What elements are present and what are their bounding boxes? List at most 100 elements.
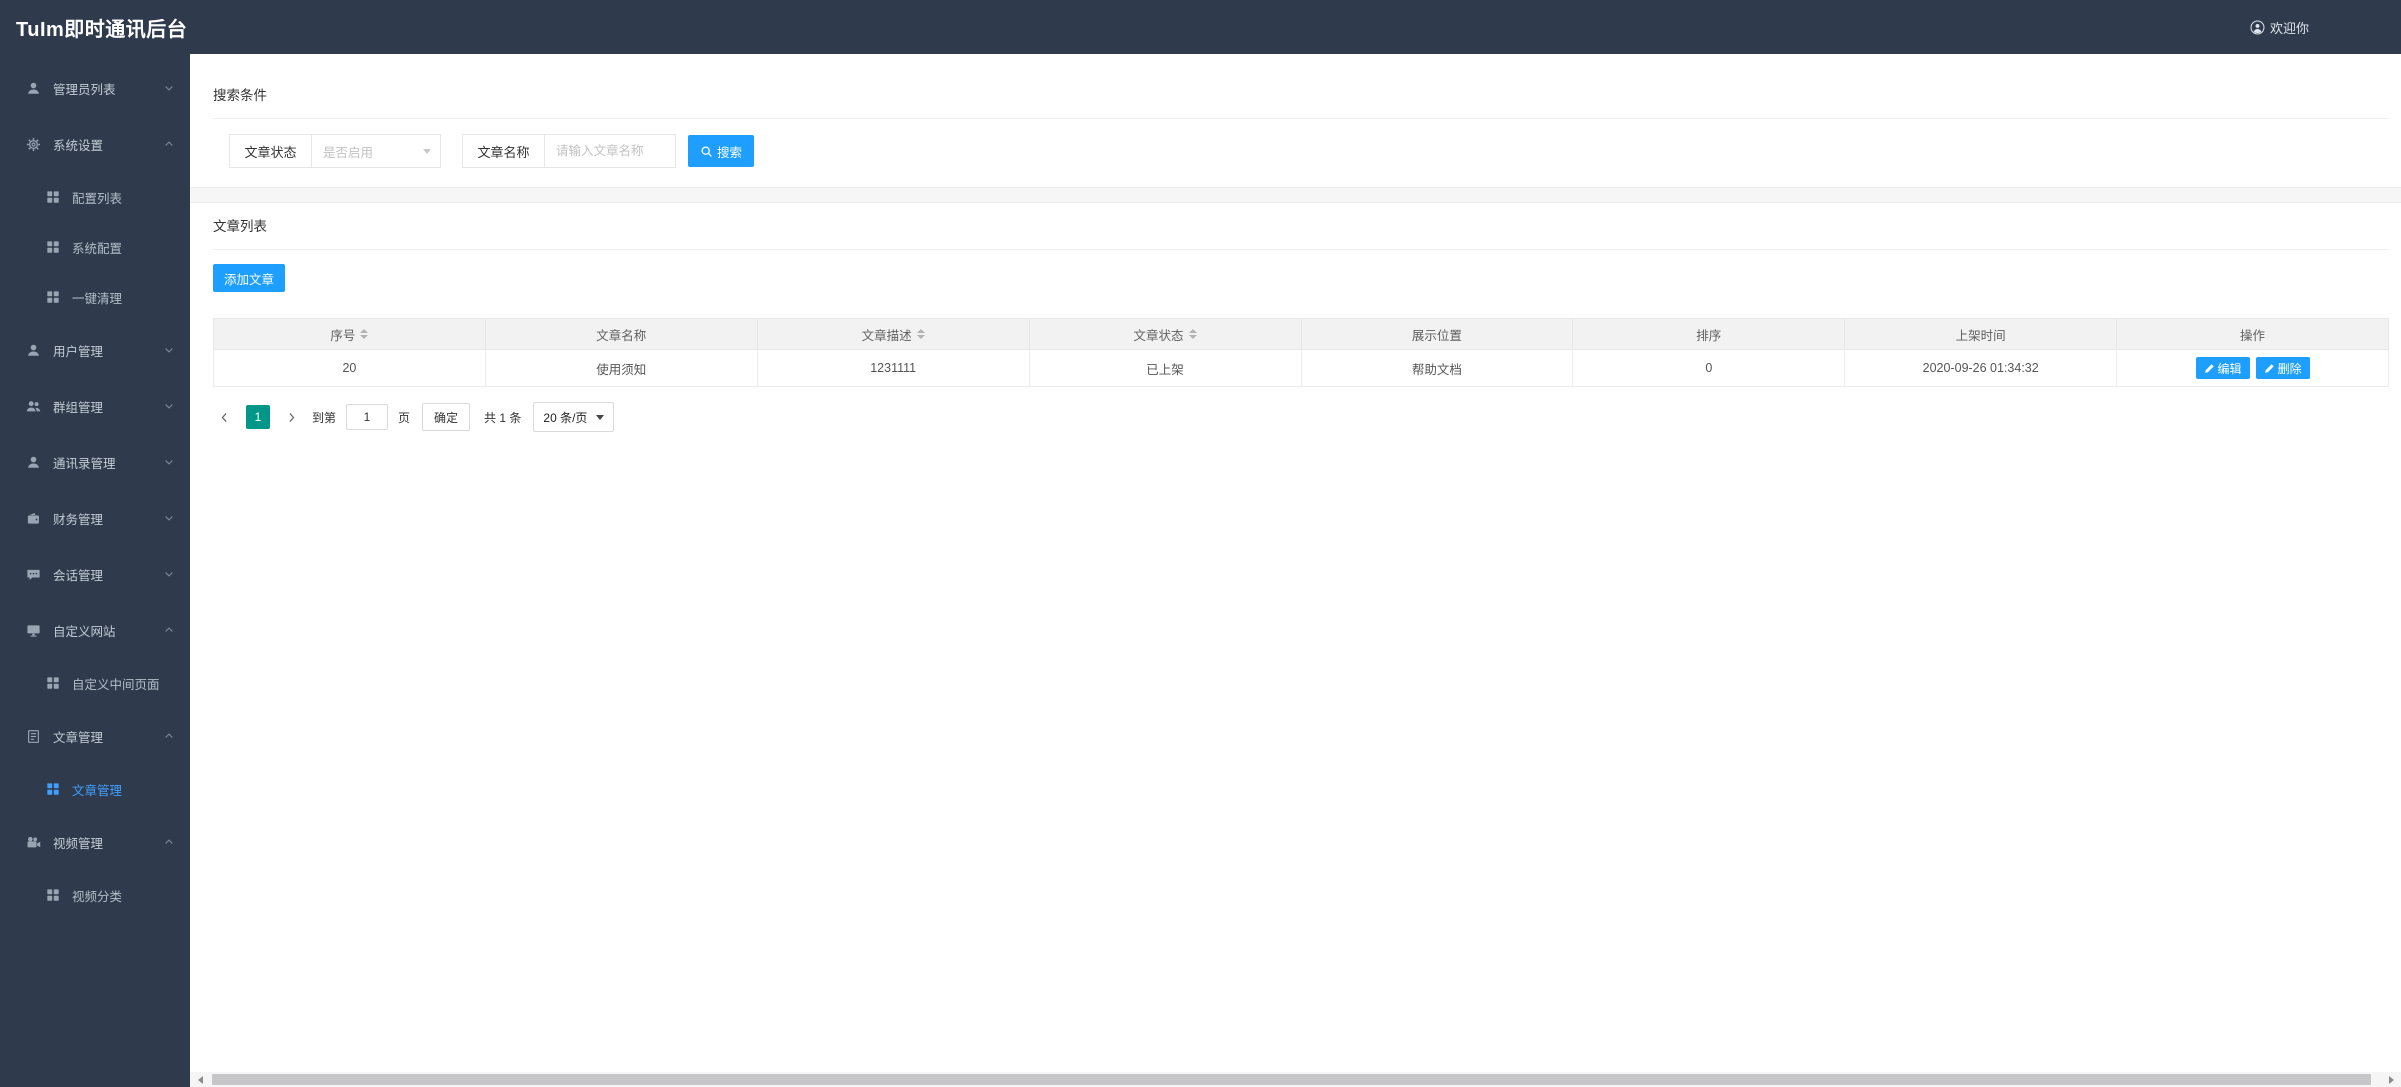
- sidebar-menu: 管理员列表系统设置配置列表系统配置一键清理用户管理群组管理 通讯录管理 财务管理会话…: [0, 60, 190, 920]
- chevron-down-icon: [163, 344, 175, 356]
- pagination: 1 到第 页 确定 共 1 条 20 条/页: [213, 402, 2389, 432]
- table-body: 20 使用须知 1231111 已上架 帮助文档 0 2020-09-26 01:34:32…: [213, 349, 2389, 387]
- sidebar-item-label: 管理员列表: [53, 82, 116, 97]
- section-gap: [190, 187, 2401, 203]
- sidebar-item-label: 用户管理: [53, 344, 104, 359]
- sidebar-item[interactable]: 财务管理: [0, 490, 190, 546]
- chevron-down-icon: [163, 568, 175, 580]
- table-cell: 20: [213, 349, 486, 387]
- article-table: 序号 文章名称 文章描述 文章状态 展示位置 排序 上架时间 操作 20 使用须知 1231111…: [213, 318, 2389, 387]
- top-header: TuIm即时通讯后台 欢迎你: [0, 0, 2401, 54]
- chevron-down-icon: [163, 400, 175, 412]
- edit-button[interactable]: 编辑: [2195, 357, 2250, 379]
- table-cell: 使用须知: [484, 349, 758, 387]
- column-header: 操作: [2116, 318, 2389, 350]
- grid-icon: [46, 782, 60, 796]
- article-name-input[interactable]: [545, 135, 675, 167]
- article-status-group: 文章状态 是否启用: [229, 134, 441, 168]
- sidebar-item-label: 系统设置: [53, 138, 104, 153]
- sidebar-subitem[interactable]: 系统配置: [0, 222, 190, 272]
- table-cell: 0: [1572, 349, 1846, 387]
- sidebar-item[interactable]: 自定义网站: [0, 602, 190, 658]
- table-row: 20 使用须知 1231111 已上架 帮助文档 0 2020-09-26 01:34:32…: [213, 349, 2389, 387]
- document-icon: [26, 729, 41, 744]
- table-cell: 1231111: [756, 349, 1030, 387]
- users-icon: [26, 399, 41, 414]
- sidebar-item-label: 视频管理: [53, 836, 104, 851]
- divider: [213, 249, 2389, 250]
- main-content: 搜索条件 文章状态 是否启用 文章名称 搜索 文章列表 添加文章: [190, 54, 2401, 1087]
- search-section: 搜索条件 文章状态 是否启用 文章名称 搜索: [190, 54, 2401, 187]
- scroll-left-arrow[interactable]: [192, 1072, 208, 1087]
- search-button[interactable]: 搜索: [688, 135, 755, 167]
- sidebar-subitem-label: 文章管理: [72, 783, 123, 798]
- goto-label: 到第: [312, 410, 337, 425]
- sidebar-subitem[interactable]: 视频分类: [0, 870, 190, 920]
- sidebar-subitem-label: 系统配置: [72, 241, 123, 256]
- column-header[interactable]: 文章状态: [1028, 318, 1302, 350]
- page-unit-label: 页: [398, 410, 411, 425]
- gear-icon: [26, 137, 41, 152]
- admin-user-icon: [26, 81, 41, 96]
- article-list-section: 文章列表 添加文章 序号 文章名称 文章描述 文章状态 展示位置 排序 上架时间 操作 20 使…: [190, 203, 2401, 432]
- sort-icon[interactable]: [916, 329, 925, 339]
- table-cell: 2020-09-26 01:34:32: [1844, 349, 2118, 387]
- column-header[interactable]: 文章描述: [756, 318, 1030, 350]
- sidebar-subitem-label: 自定义中间页面: [72, 677, 160, 692]
- horizontal-scrollbar[interactable]: [190, 1072, 2401, 1087]
- delete-button[interactable]: 删除: [2255, 357, 2310, 379]
- chevron-down-icon: [163, 512, 175, 524]
- next-page-button[interactable]: [280, 411, 303, 424]
- sidebar-subitem[interactable]: 自定义中间页面: [0, 658, 190, 708]
- sidebar-item-label: 会话管理: [53, 568, 104, 583]
- article-status-placeholder: 是否启用: [323, 145, 374, 160]
- current-page-button[interactable]: 1: [246, 405, 270, 429]
- sidebar-subitem[interactable]: 配置列表: [0, 172, 190, 222]
- chevron-down-icon: [423, 148, 431, 154]
- article-status-label: 文章状态: [230, 135, 312, 167]
- sidebar-subitem[interactable]: 一键清理: [0, 272, 190, 322]
- table-header-row: 序号 文章名称 文章描述 文章状态 展示位置 排序 上架时间 操作: [213, 318, 2389, 350]
- user-menu[interactable]: 欢迎你: [2250, 0, 2309, 54]
- grid-icon: [46, 676, 60, 690]
- total-count-label: 共 1 条: [484, 410, 522, 425]
- grid-icon: [46, 290, 60, 304]
- scrollbar-thumb[interactable]: [212, 1074, 2371, 1085]
- sidebar-item[interactable]: 系统设置: [0, 116, 190, 172]
- grid-icon: [46, 888, 60, 902]
- column-header[interactable]: 序号: [213, 318, 486, 350]
- sidebar-item[interactable]: 用户管理: [0, 322, 190, 378]
- sidebar-item[interactable]: 管理员列表: [0, 60, 190, 116]
- add-article-button[interactable]: 添加文章: [213, 264, 286, 292]
- scroll-right-arrow[interactable]: [2383, 1072, 2399, 1087]
- wallet-icon: [26, 511, 41, 526]
- app-title: TuIm即时通讯后台: [16, 18, 188, 41]
- search-section-title: 搜索条件: [213, 88, 267, 103]
- article-name-label: 文章名称: [463, 135, 545, 167]
- contacts-icon: [26, 455, 41, 470]
- sort-icon[interactable]: [1188, 329, 1197, 339]
- prev-page-button[interactable]: [213, 411, 236, 424]
- chevron-down-icon: [596, 414, 605, 420]
- chevron-up-icon: [163, 624, 175, 636]
- sidebar: 管理员列表系统设置配置列表系统配置一键清理用户管理群组管理 通讯录管理 财务管理会话…: [0, 54, 190, 1087]
- sidebar-subitem[interactable]: 文章管理: [0, 764, 190, 814]
- sidebar-subitem-label: 一键清理: [72, 291, 123, 306]
- article-status-select[interactable]: 是否启用: [312, 135, 440, 167]
- chevron-down-icon: [163, 456, 175, 468]
- sidebar-item[interactable]: 文章管理: [0, 708, 190, 764]
- chat-icon: [26, 567, 41, 582]
- per-page-select[interactable]: 20 条/页: [533, 402, 615, 432]
- sidebar-item[interactable]: 通讯录管理: [0, 434, 190, 490]
- sidebar-item[interactable]: 群组管理: [0, 378, 190, 434]
- sidebar-subitem-label: 视频分类: [72, 889, 123, 904]
- column-header: 文章名称: [484, 318, 758, 350]
- sidebar-item[interactable]: 视频管理: [0, 814, 190, 870]
- actions-cell: 编辑 删除: [2116, 349, 2389, 387]
- goto-page-input[interactable]: [346, 404, 389, 430]
- chevron-up-icon: [163, 730, 175, 742]
- divider: [213, 118, 2389, 119]
- sidebar-item[interactable]: 会话管理: [0, 546, 190, 602]
- confirm-page-button[interactable]: 确定: [422, 403, 471, 431]
- sort-icon[interactable]: [360, 329, 369, 339]
